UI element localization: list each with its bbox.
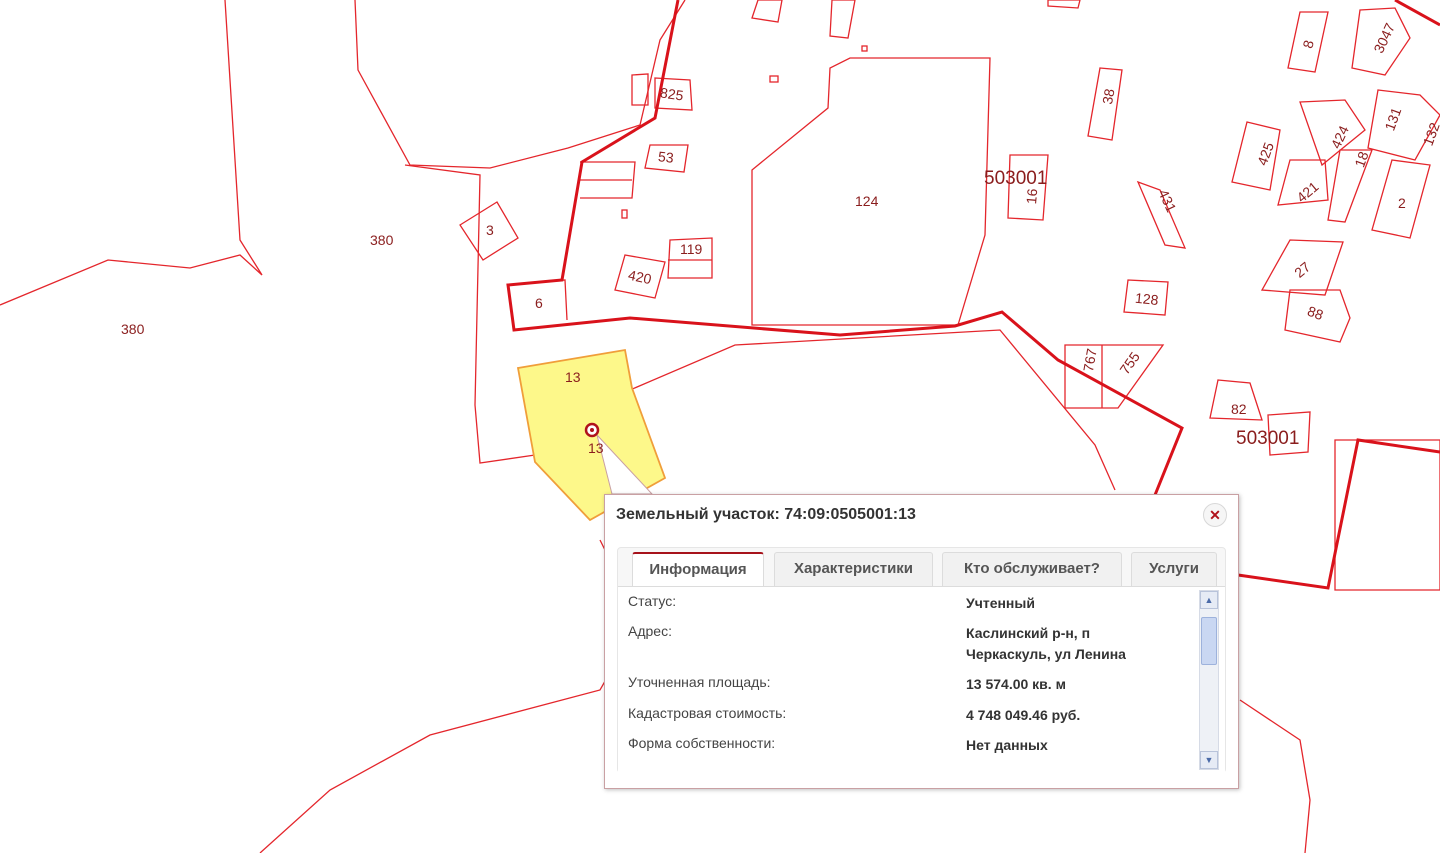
info-value: 4 748 049.46 руб. xyxy=(966,707,1081,723)
location-marker-dot xyxy=(590,428,594,432)
parcel-label: 27 xyxy=(1291,258,1313,280)
info-value: Нет данных xyxy=(966,737,1048,753)
tab-panel-information: Статус: Учтенный Адрес: Каслинский р-н, … xyxy=(618,586,1225,773)
info-label: Форма собственности: xyxy=(628,735,776,751)
parcel-label: 6 xyxy=(535,295,543,311)
parcel-label: 88 xyxy=(1305,303,1325,323)
info-value: Учтенный xyxy=(966,595,1035,611)
parcel-label: 131 xyxy=(1381,105,1404,133)
parcel-label: 13 xyxy=(565,369,581,385)
map-labels: 503001 503001 380 380 3 6 13 13 825 53 1… xyxy=(121,20,1440,456)
parcel-label: 2 xyxy=(1398,195,1406,211)
popup-title: Земельный участок: 74:09:0505001:13 xyxy=(616,506,916,523)
parcel-label: 425 xyxy=(1254,140,1277,168)
info-label: Уточненная площадь: xyxy=(628,674,771,690)
tab-information[interactable]: Информация xyxy=(632,552,764,588)
info-value: Каслинский р-н, п Черкаскуль, ул Ленина xyxy=(966,625,1126,662)
scroll-up-icon[interactable]: ▲ xyxy=(1200,591,1218,609)
parcel-label: 3047 xyxy=(1370,20,1398,55)
tab-characteristics[interactable]: Характеристики xyxy=(774,552,933,586)
quarter-label: 503001 xyxy=(984,168,1047,189)
parcel-label: 825 xyxy=(659,84,685,103)
info-value: 13 574.00 кв. м xyxy=(966,676,1066,692)
parcel-label: 8 xyxy=(1299,38,1317,50)
parcel-label: 53 xyxy=(657,148,674,166)
scroll-down-icon[interactable]: ▼ xyxy=(1200,751,1218,769)
quarter-label: 503001 xyxy=(1236,428,1299,449)
info-label: Статус: xyxy=(628,593,677,609)
parcel-label: 16 xyxy=(1023,188,1040,205)
parcel-label: 132 xyxy=(1420,120,1440,148)
parcel-label: 82 xyxy=(1231,401,1247,417)
parcel-label: 13 xyxy=(588,440,604,456)
parcel-label: 424 xyxy=(1328,123,1352,151)
parcel-label: 767 xyxy=(1080,347,1100,373)
tab-who-serves[interactable]: Кто обслуживает? xyxy=(942,552,1122,586)
parcel-label: 380 xyxy=(121,321,145,337)
parcel-label: 38 xyxy=(1099,87,1117,105)
parcel-info-popup: Земельный участок: 74:09:0505001:13 ✕ Ин… xyxy=(604,494,1239,789)
tab-container: Информация Характеристики Кто обслуживае… xyxy=(617,547,1226,773)
close-icon[interactable]: ✕ xyxy=(1203,503,1227,527)
parcel-label: 128 xyxy=(1134,290,1159,308)
info-label: Адрес: xyxy=(628,623,672,639)
scroll-thumb[interactable] xyxy=(1201,617,1217,665)
parcel-label: 119 xyxy=(680,241,703,257)
scrollbar[interactable]: ▲ ▼ xyxy=(1199,590,1219,770)
parcel-label: 755 xyxy=(1116,349,1143,377)
info-label: Кадастровая стоимость: xyxy=(628,705,787,721)
parcel-label: 18 xyxy=(1351,149,1371,169)
parcel-label: 3 xyxy=(486,222,494,238)
parcel-label: 420 xyxy=(627,267,653,288)
parcel-label: 380 xyxy=(370,232,394,248)
tab-services[interactable]: Услуги xyxy=(1131,552,1217,586)
parcel-label: 431 xyxy=(1155,187,1179,215)
parcel-label: 124 xyxy=(855,193,879,209)
